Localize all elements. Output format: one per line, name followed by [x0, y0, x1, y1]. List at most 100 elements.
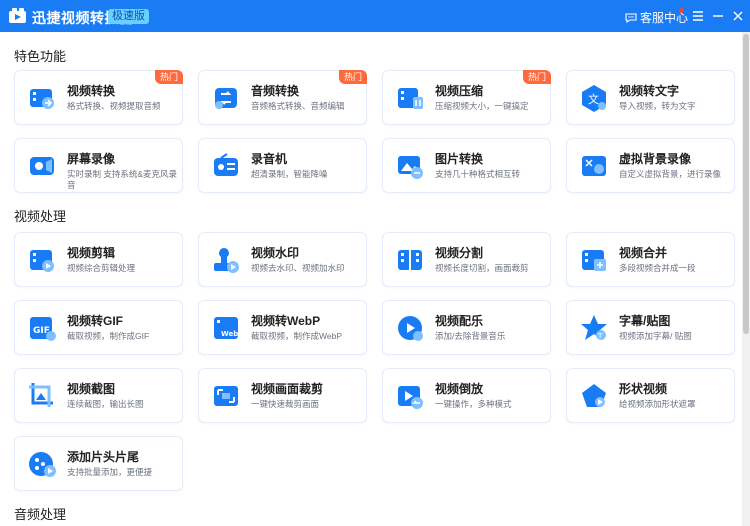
feature-card-desc: 压缩视频大小，一键搞定: [435, 101, 529, 111]
minimize-icon[interactable]: [710, 8, 726, 24]
recorder-icon: [214, 153, 238, 176]
music-icon: [398, 316, 423, 341]
feature-card-desc: 添加/去除背景音乐: [435, 331, 506, 341]
video-edit-icon: [30, 250, 54, 272]
feature-card-desc: 自定义虚拟背景，进行录像: [619, 169, 722, 179]
feature-card-title: 音频转换: [251, 84, 300, 98]
feature-card[interactable]: 视频分割视频长度切割，画面裁剪: [382, 232, 551, 287]
feature-card[interactable]: 视频截图连续截图，输出长图: [14, 368, 183, 423]
feature-card-desc: 一键操作，多种模式: [435, 399, 512, 409]
svg-text:T: T: [597, 332, 603, 340]
scrollbar-thumb[interactable]: [743, 34, 749, 334]
feature-card-title: 视频水印: [251, 246, 300, 260]
main-content: 特色功能 视频处理 音频处理 视频转换 格式转换、视频提取音频 热门 音频转换 音频格式…: [0, 32, 742, 526]
close-icon[interactable]: [730, 8, 746, 24]
menu-icon[interactable]: [690, 8, 706, 24]
video-convert-icon: [30, 89, 54, 109]
feature-card-desc: 截取视频，制作成WebP: [251, 331, 342, 341]
feature-card[interactable]: 文 视频转文字 导入视频，转为文字: [566, 70, 735, 125]
feature-card-title: 视频压缩: [435, 84, 484, 98]
feature-card[interactable]: WebP 视频转WebP 截取视频，制作成WebP: [198, 300, 367, 355]
section-title-audio: 音频处理: [14, 507, 67, 522]
feature-card[interactable]: GIF 视频转GIF 截取视频，制作成GIF: [14, 300, 183, 355]
feature-card-title: 视频剪辑: [67, 246, 116, 260]
video-to-text-icon: 文: [582, 85, 606, 112]
chat-icon: [625, 12, 637, 23]
title-bar: 迅捷视频转换器 极速版 客服中心: [0, 0, 750, 32]
feature-card-title: 视频转文字: [619, 84, 680, 98]
feature-card-title: 屏幕录像: [67, 152, 116, 166]
feature-card[interactable]: 图片转换支持几十种格式相互转: [382, 138, 551, 193]
feature-card-title: 形状视频: [619, 382, 668, 396]
feature-card[interactable]: 音频转换音频格式转换、音频编辑 热门: [198, 70, 367, 125]
gif-icon: GIF: [30, 317, 56, 341]
feature-card-title: 图片转换: [435, 152, 484, 166]
crop-icon: [214, 386, 238, 406]
feature-card-desc: 多段视频合并成一段: [619, 263, 696, 273]
edition-badge: 极速版: [108, 9, 149, 24]
feature-card-desc: 格式转换、视频提取音频: [67, 101, 161, 111]
audio-convert-icon: [215, 88, 237, 109]
feature-card[interactable]: 视频合并多段视频合并成一段: [566, 232, 735, 287]
video-merge-icon: [582, 250, 606, 271]
feature-card[interactable]: T 字幕/贴图视频添加字幕/ 贴图: [566, 300, 735, 355]
svg-text:文: 文: [588, 92, 599, 106]
hot-badge: 热门: [338, 70, 367, 84]
feature-card-title: 录音机: [251, 152, 288, 166]
feature-card-title: 视频画面裁剪: [251, 382, 324, 396]
feature-card-desc: 连续截图，输出长图: [67, 399, 144, 409]
image-convert-icon: [398, 156, 423, 179]
video-compress-icon: [398, 88, 423, 109]
section-title-featured: 特色功能: [14, 49, 67, 64]
watermark-icon: [214, 248, 239, 273]
feature-card-desc: 超清录制，智能降噪: [251, 169, 328, 179]
feature-card-title: 视频转换: [67, 84, 116, 98]
virtual-bg-icon: [582, 156, 606, 176]
feature-card[interactable]: 视频转换格式转换、视频提取音频 热门: [14, 70, 183, 125]
feature-card-desc: 音频格式转换、音频编辑: [251, 101, 345, 111]
svg-text:WebP: WebP: [221, 330, 241, 338]
app-logo-icon: [9, 8, 26, 23]
feature-card-title: 字幕/贴图: [619, 314, 671, 328]
feature-card-desc: 截取视频，制作成GIF: [67, 331, 150, 341]
feature-card-desc: 一键快速裁剪画面: [251, 399, 320, 409]
feature-card-title: 视频配乐: [435, 314, 484, 328]
reverse-icon: [398, 386, 423, 409]
feature-card-title: 视频分割: [435, 246, 484, 260]
section-title-video: 视频处理: [14, 209, 67, 224]
feature-card-desc: 支持批量添加，更便捷: [67, 467, 153, 477]
feature-card[interactable]: 录音机超清录制，智能降噪: [198, 138, 367, 193]
feature-card-desc: 支持几十种格式相互转: [435, 169, 521, 179]
feature-card[interactable]: 视频配乐添加/去除背景音乐: [382, 300, 551, 355]
feature-card-desc: 给视频添加形状遮罩: [619, 399, 696, 409]
feature-card[interactable]: 视频画面裁剪一键快速裁剪画面: [198, 368, 367, 423]
feature-card-title: 视频倒放: [435, 382, 484, 396]
video-split-icon: [398, 250, 422, 270]
feature-card-desc: 视频长度切割，画面裁剪: [435, 263, 529, 273]
feature-card[interactable]: 视频倒放一键操作，多种模式: [382, 368, 551, 423]
subtitle-icon: T: [581, 315, 607, 340]
feature-card-title: 视频截图: [67, 382, 116, 396]
screenshot-icon: [29, 383, 53, 407]
feature-card-title: 视频转WebP: [251, 314, 321, 328]
feature-card-title: 虚拟背景录像: [619, 152, 692, 166]
feature-card-desc: 视频综合剪辑处理: [67, 263, 136, 273]
feature-card[interactable]: 虚拟背景录像自定义虚拟背景，进行录像: [566, 138, 735, 193]
feature-card-desc: 视频添加字幕/ 贴图: [619, 331, 692, 341]
shape-icon: [582, 384, 606, 407]
feature-card-title: 视频合并: [619, 246, 668, 260]
intro-outro-icon: [29, 452, 56, 477]
feature-card-desc: 实时录制 支持系统&麦克风录音: [67, 169, 178, 190]
feature-card[interactable]: 视频水印视频去水印、视频加水印: [198, 232, 367, 287]
feature-card[interactable]: 添加片头片尾支持批量添加，更便捷: [14, 436, 183, 491]
feature-card[interactable]: 视频剪辑视频综合剪辑处理: [14, 232, 183, 287]
screen-record-icon: [30, 157, 54, 175]
feature-card[interactable]: 视频压缩压缩视频大小，一键搞定 热门: [382, 70, 551, 125]
feature-card[interactable]: 屏幕录像实时录制 支持系统&麦克风录音: [14, 138, 183, 193]
feature-card-desc: 视频去水印、视频加水印: [251, 263, 345, 273]
feature-card-title: 添加片头片尾: [67, 450, 140, 464]
feature-card-title: 视频转GIF: [67, 314, 123, 328]
hot-badge: 热门: [522, 70, 551, 84]
feature-card[interactable]: 形状视频给视频添加形状遮罩: [566, 368, 735, 423]
hot-badge: 热门: [154, 70, 183, 84]
